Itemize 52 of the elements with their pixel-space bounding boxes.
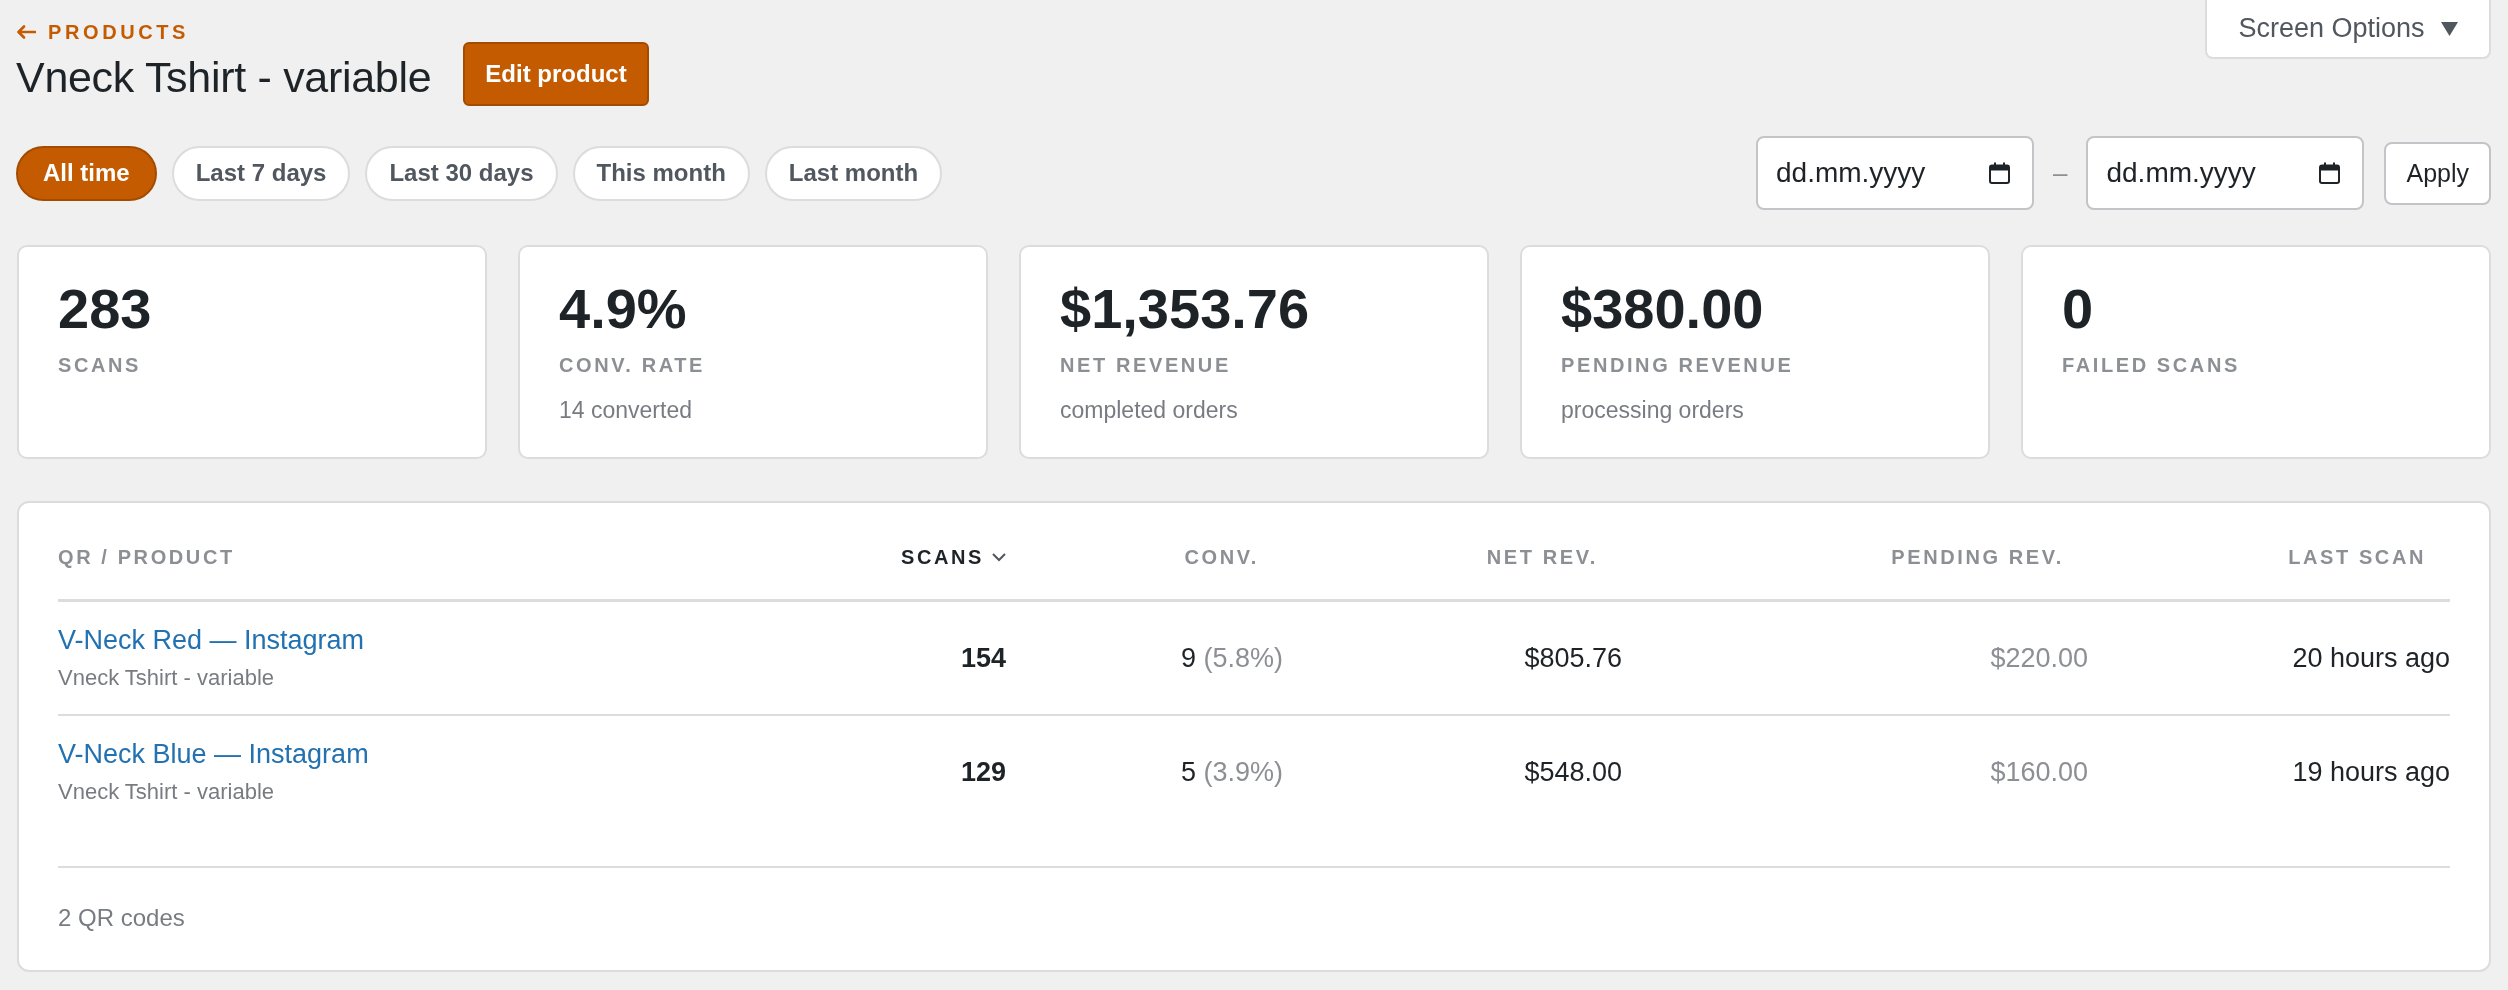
stat-note: completed orders [1060, 396, 1238, 424]
stat-value: $1,353.76 [1060, 281, 1310, 337]
stat-label: FAILED SCANS [2062, 355, 2240, 375]
stat-label: PENDING REVENUE [1561, 355, 1794, 375]
stat-value: $380.00 [1561, 281, 1764, 337]
calendar-icon[interactable] [1989, 162, 2010, 184]
stat-value: 4.9% [559, 281, 687, 337]
pending-revenue: $160.00 [1990, 757, 2088, 787]
product-name: Vneck Tshirt - variable [58, 778, 274, 806]
date-filter-tab[interactable]: Last month [764, 145, 943, 201]
date-filter-tab[interactable]: Last 30 days [365, 145, 558, 201]
edit-product-button[interactable]: Edit product [463, 42, 649, 106]
column-header[interactable]: SCANS [901, 547, 1006, 567]
date-field[interactable]: dd.mm.yyyy [2086, 136, 2365, 210]
last-scan-time: 19 hours ago [2292, 757, 2450, 787]
conversion-count: 9 (5.8%) [1180, 643, 1283, 673]
screen-options-button[interactable]: Screen Options [2205, 0, 2491, 59]
back-link[interactable]: PRODUCTS [16, 22, 190, 42]
column-header[interactable]: NET REV. [1486, 547, 1598, 567]
stat-note: processing orders [1561, 396, 1744, 424]
product-name: Vneck Tshirt - variable [58, 664, 274, 692]
calendar-icon[interactable] [2319, 162, 2341, 184]
pending-revenue: $220.00 [1990, 643, 2088, 673]
column-header[interactable]: LAST SCAN [2288, 547, 2426, 567]
scan-count: 154 [960, 643, 1006, 673]
apply-button[interactable]: Apply [2384, 141, 2491, 205]
stat-label: NET REVENUE [1060, 355, 1231, 375]
stat-value: 0 [2062, 281, 2094, 337]
stat-note: 14 converted [559, 396, 692, 424]
last-scan-time: 20 hours ago [2292, 643, 2450, 673]
column-header[interactable]: CONV. [1184, 547, 1259, 567]
net-revenue: $805.76 [1524, 643, 1622, 673]
chevron-down-icon [992, 552, 1006, 562]
date-filter-tab[interactable]: This month [572, 145, 750, 201]
conversion-count: 5 (3.9%) [1180, 757, 1283, 787]
net-revenue: $548.00 [1524, 757, 1622, 787]
stat-label: CONV. RATE [559, 355, 706, 375]
column-header[interactable]: QR / PRODUCT [58, 547, 235, 567]
stat-label: SCANS [58, 355, 141, 375]
scan-count: 129 [960, 757, 1006, 787]
caret-icon [2440, 21, 2458, 36]
qr-code-link[interactable]: V-Neck Red — Instagram [58, 624, 365, 656]
qr-code-count: 2 QR codes [58, 904, 185, 931]
stat-value: 283 [58, 281, 152, 337]
date-field[interactable]: dd.mm.yyyy [1756, 136, 2034, 210]
date-filter-tab[interactable]: All time [16, 145, 157, 201]
arrow-left-icon [16, 25, 36, 39]
range-separator: – [2053, 157, 2068, 189]
column-header[interactable]: PENDING REV. [1891, 547, 2064, 567]
page-title: Vneck Tshirt - variable [16, 52, 432, 102]
date-filter-tab[interactable]: Last 7 days [171, 145, 351, 201]
qr-code-link[interactable]: V-Neck Blue — Instagram [58, 738, 369, 770]
